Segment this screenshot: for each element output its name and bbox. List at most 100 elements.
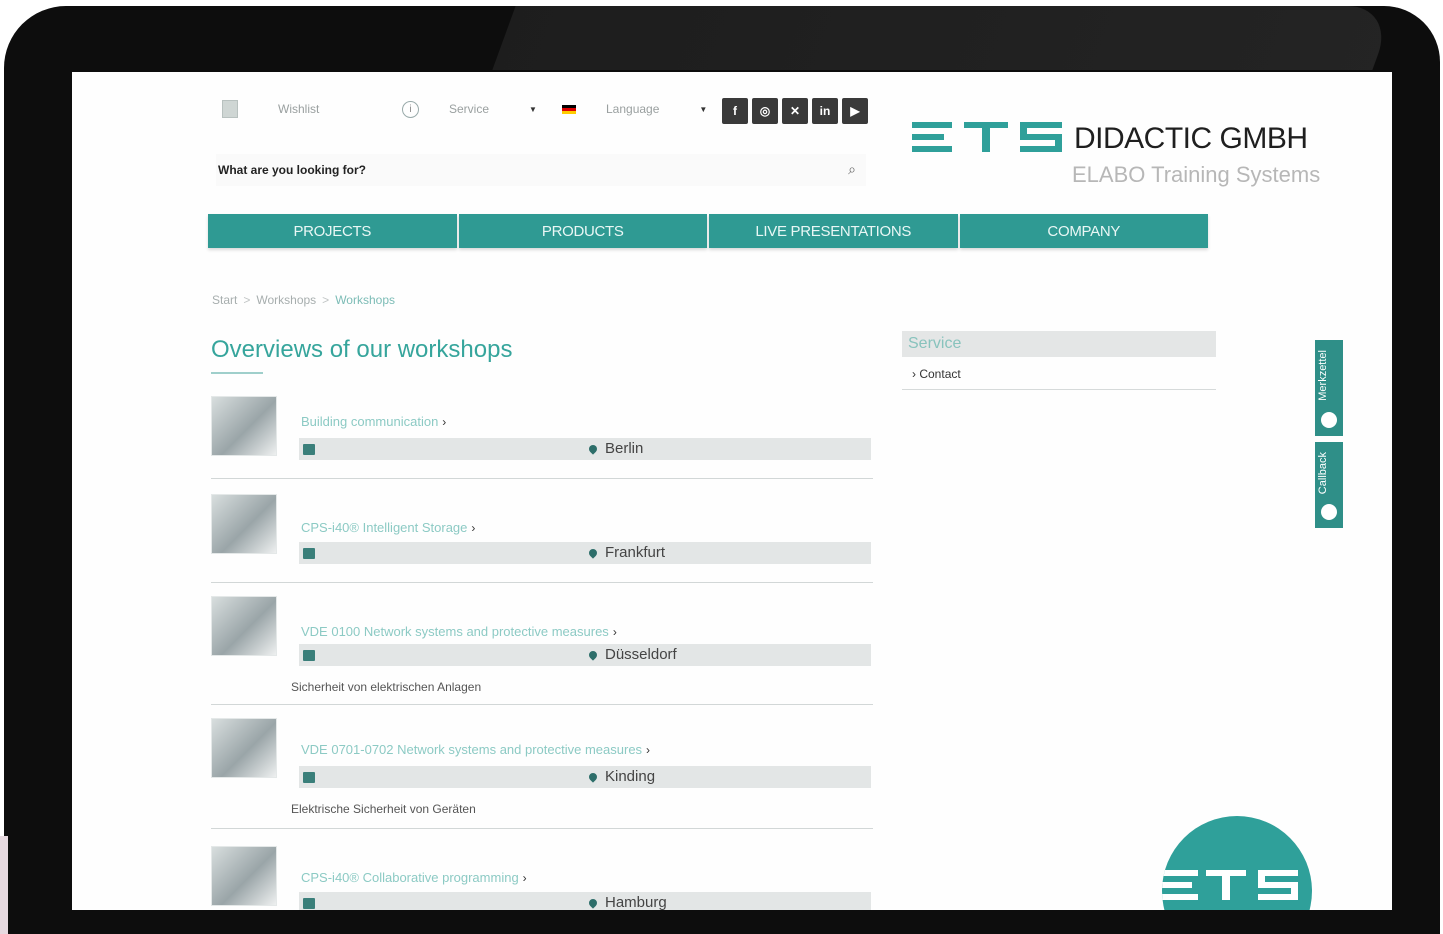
workshop-link[interactable]: CPS-i40® Intelligent Storage › — [301, 520, 475, 535]
info-icon: i — [402, 100, 419, 118]
search-icon[interactable]: ⌕ — [848, 161, 856, 178]
workshop-description: Elektrische Sicherheit von Geräten — [291, 802, 476, 816]
merkzettel-label: Merkzettel — [1317, 350, 1329, 401]
workshop-location-text: Hamburg — [605, 894, 667, 910]
company-logo[interactable]: DIDACTIC GMBH ELABO Training Systems — [912, 120, 1321, 200]
social-links: f ◎ ✕ in ▶ — [722, 98, 868, 124]
service-dropdown[interactable]: i Service ▼ — [402, 94, 537, 124]
workshop-location: Berlin — [587, 440, 644, 457]
workshop-title: CPS-i40® Intelligent Storage — [301, 520, 468, 535]
service-sidebar: Service › Contact — [902, 331, 1216, 390]
location-pin-icon — [587, 896, 599, 909]
chevron-right-icon: › — [522, 871, 527, 885]
workshop-location-text: Berlin — [605, 440, 644, 457]
wishlist-icon — [222, 100, 238, 118]
workshop-link[interactable]: Building communication › — [301, 414, 446, 429]
divider — [211, 828, 873, 829]
linkedin-icon[interactable]: in — [812, 98, 838, 124]
language-label: Language — [606, 102, 660, 116]
workshop-thumbnail[interactable] — [211, 494, 277, 554]
nav-item-projects[interactable]: PROJECTS — [208, 214, 457, 248]
xing-icon[interactable]: ✕ — [782, 98, 808, 124]
divider — [211, 704, 873, 705]
tablet-frame: Wishlist i Service ▼ Language ▼ f ◎ ✕ in… — [4, 6, 1440, 934]
wishlist-link[interactable]: Wishlist — [222, 94, 319, 124]
sidebar-item-contact[interactable]: › Contact — [912, 367, 1216, 381]
title-underline — [211, 372, 263, 374]
page-title: Overviews of our workshops — [211, 336, 513, 363]
nav-item-live-presentations[interactable]: LIVE PRESENTATIONS — [709, 214, 958, 248]
nav-item-products[interactable]: PRODUCTS — [458, 214, 707, 248]
ets-logo-icon — [1162, 870, 1298, 900]
breadcrumb-separator-icon: > — [322, 293, 330, 307]
workshop-thumbnail[interactable] — [211, 846, 277, 906]
location-pin-icon — [587, 648, 599, 661]
workshop-info-bar: Hamburg — [299, 892, 871, 910]
logo-title: DIDACTIC GMBH — [1074, 122, 1308, 155]
web-page: Wishlist i Service ▼ Language ▼ f ◎ ✕ in… — [72, 72, 1392, 910]
workshop-location: Düsseldorf — [587, 646, 677, 663]
workshop-thumbnail[interactable] — [211, 596, 277, 656]
facebook-icon[interactable]: f — [722, 98, 748, 124]
location-pin-icon — [587, 442, 599, 455]
ets-logo-icon — [912, 122, 1062, 152]
frame-sheen — [492, 6, 1396, 70]
service-label: Service — [449, 102, 490, 116]
instagram-icon[interactable]: ◎ — [752, 98, 778, 124]
sidebar-item-label: Contact — [919, 367, 961, 381]
chevron-down-icon: ▼ — [529, 104, 537, 114]
breadcrumb-item-current: Workshops — [335, 293, 395, 307]
wishlist-label: Wishlist — [278, 102, 320, 116]
callback-tab[interactable]: Callback — [1315, 442, 1343, 528]
calendar-icon — [303, 650, 315, 661]
workshop-location: Frankfurt — [587, 544, 666, 561]
chevron-right-icon: › — [442, 415, 447, 429]
location-pin-icon — [587, 770, 599, 783]
breadcrumb-item[interactable]: Start — [212, 293, 237, 307]
workshop-link[interactable]: VDE 0701-0702 Network systems and protec… — [301, 742, 650, 757]
calendar-icon — [303, 444, 315, 455]
chevron-right-icon: › — [612, 625, 617, 639]
workshop-link[interactable]: VDE 0100 Network systems and protective … — [301, 624, 617, 639]
breadcrumb-item[interactable]: Workshops — [256, 293, 316, 307]
workshop-location-text: Frankfurt — [605, 544, 666, 561]
workshop-title: CPS-i40® Collaborative programming — [301, 870, 519, 885]
sidebar-heading: Service — [902, 331, 1216, 357]
german-flag-icon — [562, 104, 576, 114]
breadcrumb-separator-icon: > — [243, 293, 251, 307]
language-dropdown[interactable]: Language ▼ — [562, 94, 707, 124]
workshop-location-text: Kinding — [605, 768, 656, 785]
calendar-icon — [303, 772, 315, 783]
youtube-icon[interactable]: ▶ — [842, 98, 868, 124]
list-icon — [1321, 412, 1337, 428]
logo-tagline: ELABO Training Systems — [1072, 162, 1321, 187]
workshop-location-text: Düsseldorf — [605, 646, 677, 663]
workshop-thumbnail[interactable] — [211, 718, 277, 778]
nav-item-company[interactable]: COMPANY — [959, 214, 1208, 248]
callback-label: Callback — [1317, 452, 1329, 495]
background-edge — [0, 836, 8, 934]
search-placeholder: What are you looking for? — [218, 163, 367, 177]
workshop-description: Sicherheit von elektrischen Anlagen — [291, 680, 482, 694]
chevron-right-icon: › — [646, 743, 651, 757]
workshop-title: VDE 0100 Network systems and protective … — [301, 624, 609, 639]
divider — [902, 389, 1216, 390]
chevron-right-icon: › — [471, 521, 476, 535]
chevron-down-icon: ▼ — [699, 104, 708, 114]
workshop-info-bar: Frankfurt — [299, 542, 871, 564]
workshop-thumbnail[interactable] — [211, 396, 277, 456]
phone-icon — [1321, 504, 1337, 520]
calendar-icon — [303, 548, 315, 559]
workshop-location: Kinding — [587, 768, 656, 785]
calendar-icon — [303, 898, 315, 909]
workshop-info-bar: Kinding — [299, 766, 871, 788]
workshop-link[interactable]: CPS-i40® Collaborative programming › — [301, 870, 527, 885]
search-input[interactable]: What are you looking for? ⌕ — [216, 154, 866, 186]
merkzettel-tab[interactable]: Merkzettel — [1315, 340, 1343, 436]
workshop-title: VDE 0701-0702 Network systems and protec… — [301, 742, 643, 757]
location-pin-icon — [587, 546, 599, 559]
ets-badge-logo — [1162, 816, 1312, 910]
main-nav: PROJECTS PRODUCTS LIVE PRESENTATIONS COM… — [208, 214, 1208, 248]
workshop-info-bar: Düsseldorf — [299, 644, 871, 666]
workshop-location: Hamburg — [587, 894, 667, 910]
